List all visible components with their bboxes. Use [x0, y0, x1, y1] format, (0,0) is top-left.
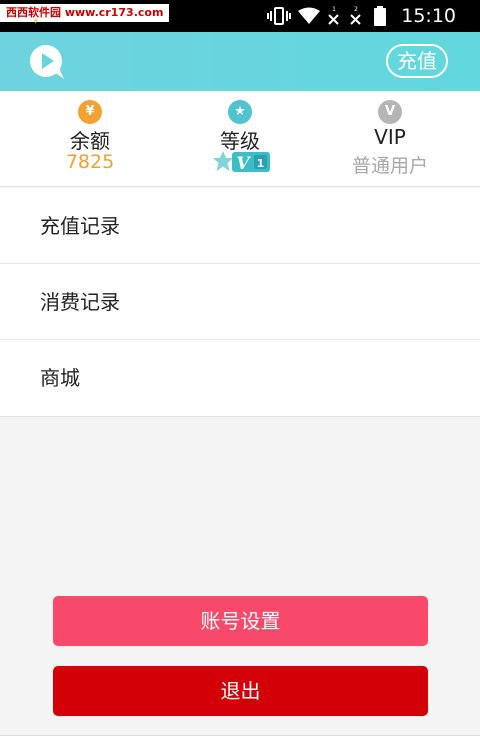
level-badge-number: 1 [257, 157, 265, 170]
sparkle-icon: ✦ [32, 17, 40, 27]
logout-button[interactable]: 退出 [53, 666, 428, 716]
app-header: 充值 [0, 32, 480, 91]
menu-item-recharge-records[interactable]: 充值记录 [0, 188, 480, 264]
vip-label: VIP [374, 125, 406, 149]
account-stats: ¥ 余额 7825 ★ 等级 V 1 V VIP 普通用户 [0, 91, 480, 187]
sim1-no-signal-icon: 1 [323, 0, 345, 32]
battery-icon [367, 0, 393, 32]
menu-item-consumption-records[interactable]: 消费记录 [0, 264, 480, 340]
watermark: 西西软件园 www.cr173.com [0, 4, 170, 22]
level-stat[interactable]: ★ 等级 V 1 [160, 91, 320, 187]
recharge-button[interactable]: 充值 [386, 44, 448, 78]
nav-tab-1-icon[interactable] [86, 744, 100, 750]
status-icons: 1 2 15:10 [263, 0, 480, 32]
balance-label: 余额 [70, 129, 110, 153]
balance-value: 7825 [65, 151, 115, 173]
vip-icon: V [378, 100, 402, 124]
star-icon: ★ [228, 100, 252, 124]
status-time: 15:10 [401, 5, 456, 27]
status-bar: 西西软件园 www.cr173.com ✦ 1 2 15:10 [0, 0, 480, 32]
vip-value: 普通用户 [351, 155, 428, 177]
menu-item-store[interactable]: 商城 [0, 340, 480, 416]
balance-stat[interactable]: ¥ 余额 7825 [10, 91, 170, 187]
bottom-nav [0, 735, 480, 750]
svg-text:1: 1 [332, 6, 336, 13]
menu-list: 充值记录 消费记录 商城 [0, 188, 480, 417]
vip-stat[interactable]: V VIP 普通用户 [310, 91, 470, 187]
yuan-icon: ¥ [78, 100, 102, 124]
app-logo-icon[interactable] [28, 42, 68, 82]
vibrate-icon [263, 0, 295, 32]
level-badge-letter: V [236, 154, 251, 174]
nav-tab-3-icon[interactable] [382, 744, 396, 750]
level-badge-icon: V 1 [210, 149, 272, 175]
account-settings-button[interactable]: 账号设置 [53, 596, 428, 646]
sim2-no-signal-icon: 2 [345, 0, 367, 32]
wifi-icon [295, 0, 323, 32]
svg-text:2: 2 [354, 6, 358, 13]
nav-tab-2-icon[interactable] [232, 744, 246, 750]
